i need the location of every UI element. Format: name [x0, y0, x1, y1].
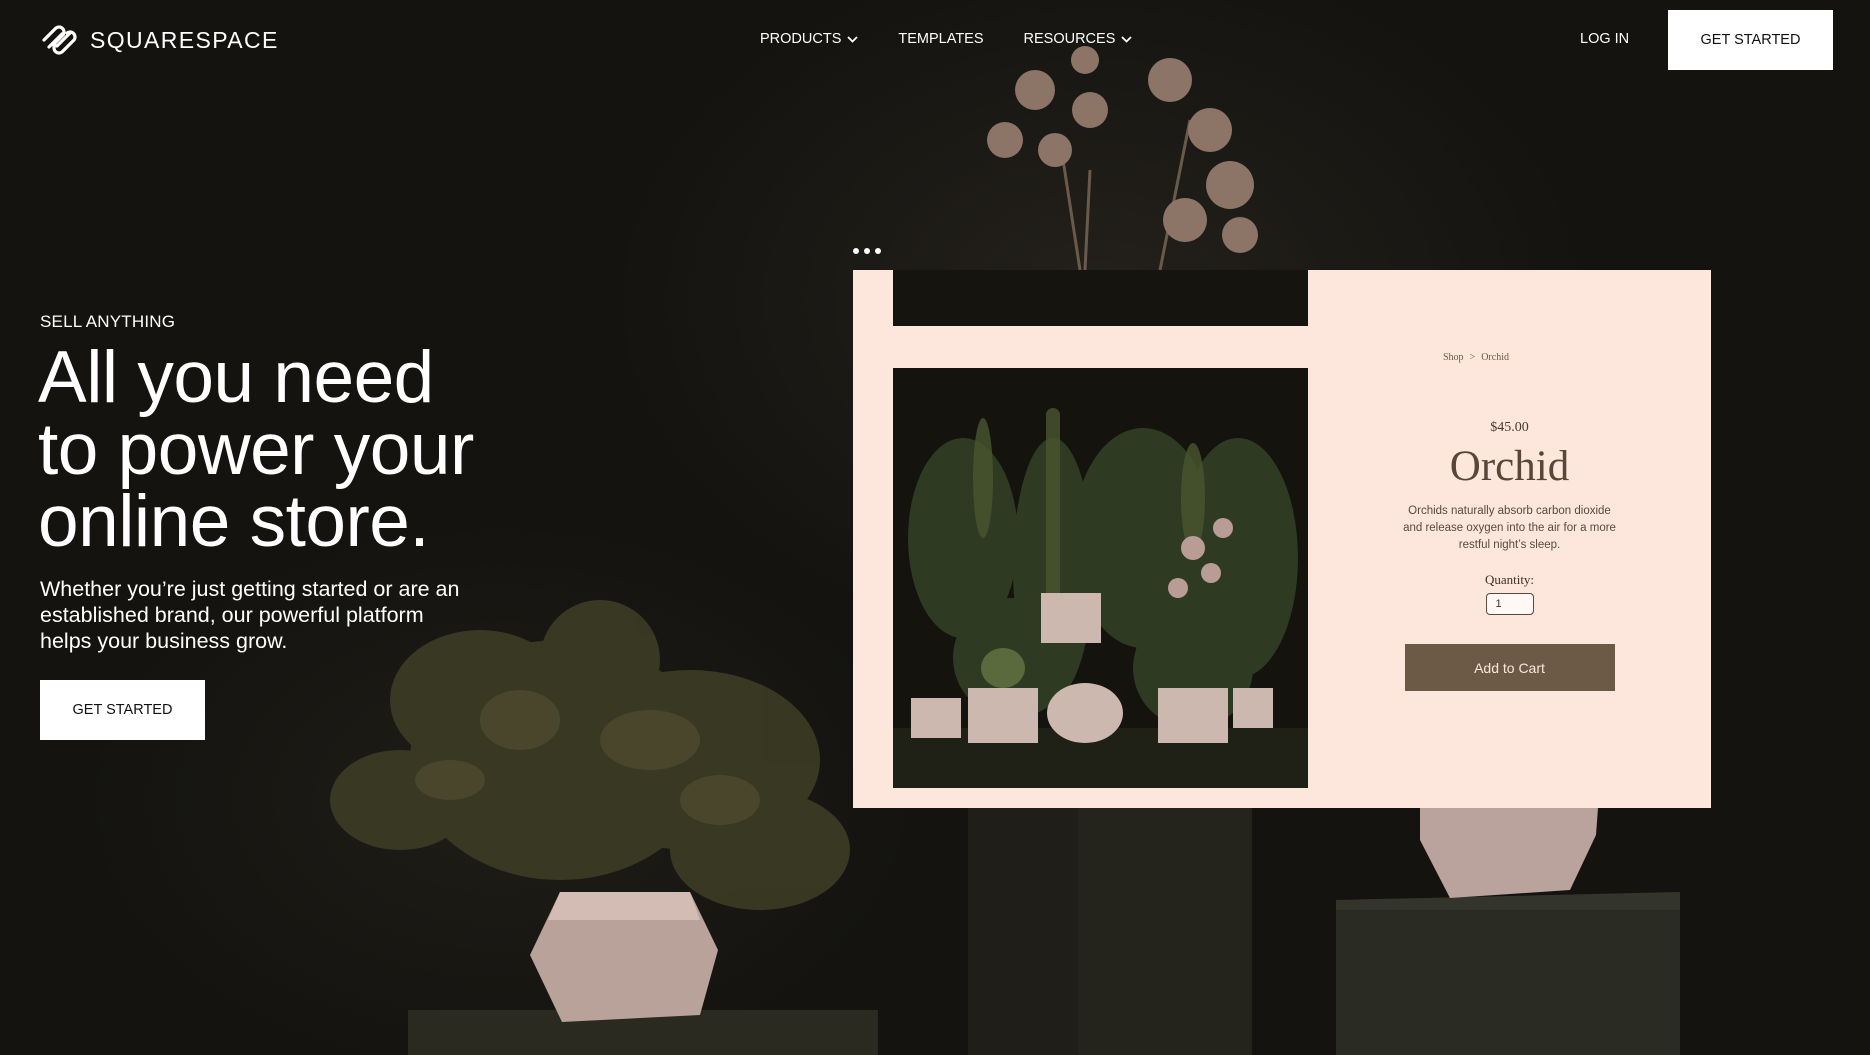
headline-line: online store. [38, 481, 430, 562]
product-price-wrap: $45.00 [1308, 420, 1711, 436]
chevron-down-icon [1121, 35, 1133, 43]
quantity-group: Quantity: 1 [1308, 572, 1711, 615]
hero-subtext: Whether you’re just getting started or a… [40, 576, 560, 654]
nav-resources-label: RESOURCES [1023, 31, 1116, 47]
plants-illustration [893, 368, 1308, 788]
center-pedestal-side [1078, 808, 1252, 1055]
orchid-flowers [987, 46, 1258, 271]
nav-templates-label: TEMPLATES [898, 31, 984, 47]
breadcrumb-shop[interactable]: Shop [1443, 352, 1464, 363]
breadcrumb: Shop > Orchid [1443, 352, 1509, 363]
breadcrumb-separator: > [1469, 352, 1476, 363]
quantity-input[interactable]: 1 [1485, 593, 1534, 615]
hero-headline: All you need to power your online store. [38, 337, 598, 562]
window-dots-icon [853, 248, 881, 254]
product-title-wrap: Orchid [1308, 442, 1711, 491]
store-preview: Shop > Orchid $45.00 Orchid Orchids natu… [853, 270, 1711, 808]
hero-eyebrow: SELL ANYTHING [40, 312, 176, 331]
nav-templates[interactable]: TEMPLATES [898, 31, 983, 47]
nav-products-label: PRODUCTS [760, 31, 842, 47]
preview-header-image [893, 270, 1308, 326]
product-description: Orchids naturally absorb carbon dioxide … [1308, 503, 1711, 554]
login-link[interactable]: LOG IN [1580, 31, 1629, 47]
brand-name: SQUARESPACE [90, 26, 279, 53]
description-line: restful night’s sleep. [1458, 539, 1561, 551]
subtext-line: Whether you’re just getting started or a… [40, 577, 460, 601]
subtext-line: established brand, our powerful platform [40, 603, 424, 627]
right-pedestal [1336, 900, 1680, 1055]
description-line: Orchids naturally absorb carbon dioxide [1408, 505, 1611, 517]
headline-line: to power your [38, 409, 474, 490]
nav-resources[interactable]: RESOURCES [1024, 31, 1133, 47]
nav-products[interactable]: PRODUCTS [760, 31, 859, 47]
chevron-down-icon [847, 35, 859, 43]
subtext-line: helps your business grow. [40, 629, 288, 653]
quantity-label: Quantity: [1484, 572, 1535, 587]
add-to-cart-wrap: Add to Cart [1308, 644, 1711, 691]
right-pedestal-top [1336, 892, 1680, 910]
header-get-started-button[interactable]: GET STARTED [1668, 10, 1833, 70]
product-title: Orchid [1449, 443, 1570, 490]
right-vase [1420, 808, 1598, 898]
squarespace-logo[interactable]: SQUARESPACE [40, 22, 279, 58]
hero-get-started-button[interactable]: GET STARTED [40, 680, 205, 740]
headline-line: All you need [38, 337, 434, 418]
description-line: and release oxygen into the air for a mo… [1403, 522, 1616, 534]
main-nav: PRODUCTS TEMPLATES RESOURCES [760, 31, 1133, 47]
squarespace-logo-icon [42, 25, 77, 55]
plants-product-image [893, 368, 1308, 788]
product-price: $45.00 [1490, 420, 1529, 435]
breadcrumb-current: Orchid [1481, 352, 1509, 363]
add-to-cart-button[interactable]: Add to Cart [1404, 644, 1615, 691]
